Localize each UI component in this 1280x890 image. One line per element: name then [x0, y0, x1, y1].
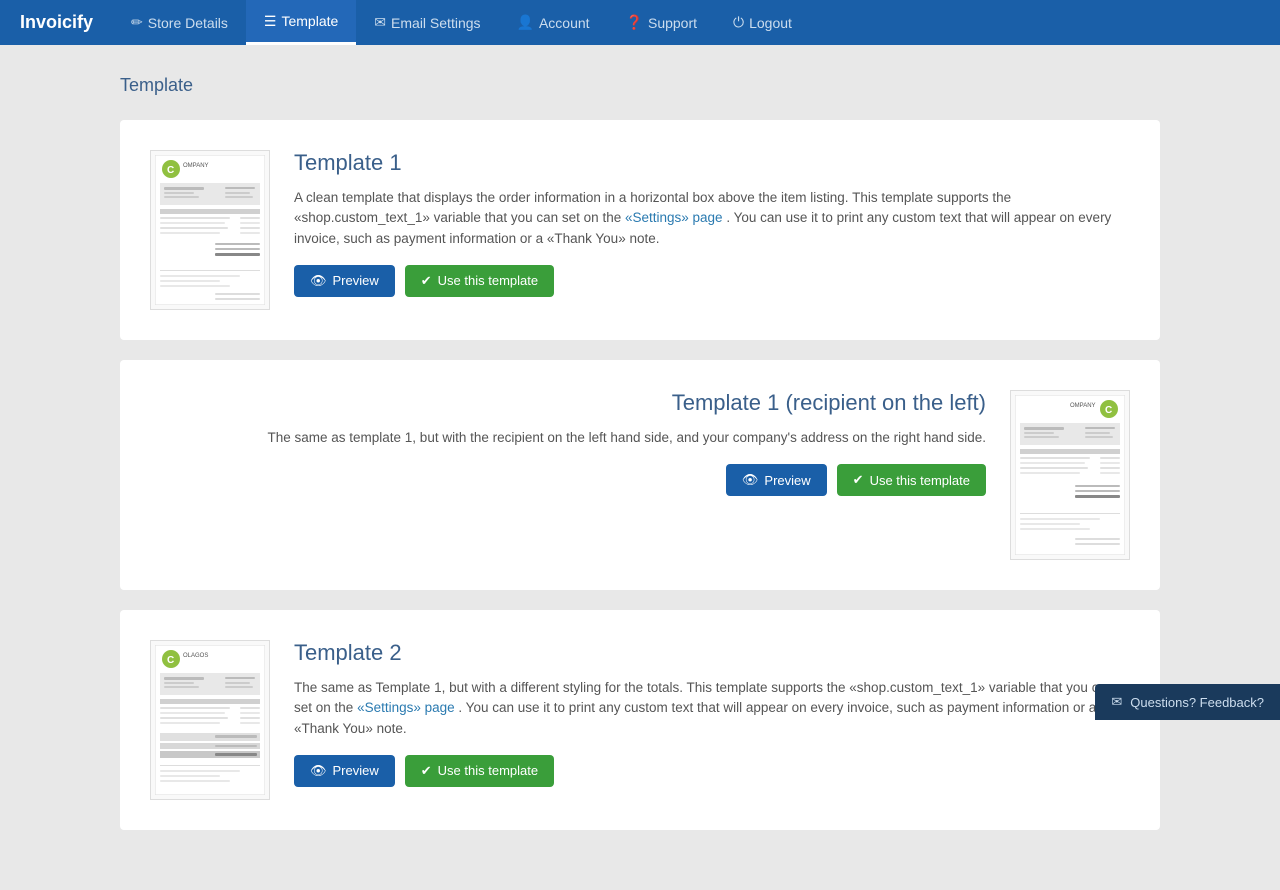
template1-left-card: Template 1 (recipient on the left) The s… [120, 360, 1160, 590]
template1-description: A clean template that displays the order… [294, 188, 1130, 249]
template1-left-preview-button[interactable]: 👁 Preview [726, 464, 827, 496]
template1-left-title: Template 1 (recipient on the left) [150, 390, 986, 416]
template1-left-inner: Template 1 (recipient on the left) The s… [150, 390, 1130, 560]
nav-support[interactable]: ❓ Support [608, 0, 715, 45]
edit-icon: ✏ [131, 14, 143, 31]
template1-left-thumbnail: C OMPANY [1010, 390, 1130, 560]
nav-template[interactable]: ☰ Template [246, 0, 356, 45]
template1-card: C OMPANY [120, 120, 1160, 340]
checkmark-icon3: ✔ [421, 763, 432, 779]
support-icon: ❓ [626, 14, 643, 31]
nav-support-label: Support [648, 15, 697, 31]
top-navigation: Invoicify ✏ Store Details ☰ Template ✉ E… [0, 0, 1280, 45]
template1-preview-button[interactable]: 👁 Preview [294, 265, 395, 297]
nav-store-details[interactable]: ✏ Store Details [113, 0, 246, 45]
nav-logout-label: Logout [749, 15, 792, 31]
template1-left-content: Template 1 (recipient on the left) The s… [150, 390, 986, 496]
preview-eye-icon: 👁 [310, 273, 327, 289]
template2-settings-link[interactable]: «Settings» page [357, 700, 455, 715]
svg-text:C: C [1105, 405, 1112, 416]
nav-account[interactable]: 👤 Account [499, 0, 608, 45]
logout-icon: ⏻ [733, 14, 744, 31]
page-title: Template [120, 75, 1160, 96]
template2-preview-button[interactable]: 👁 Preview [294, 755, 395, 787]
email-icon: ✉ [374, 14, 386, 31]
svg-text:OMPANY: OMPANY [1070, 403, 1096, 409]
feedback-label: Questions? Feedback? [1130, 695, 1264, 710]
template2-description: The same as Template 1, but with a diffe… [294, 678, 1130, 739]
nav-template-label: Template [281, 13, 338, 29]
template2-use-button[interactable]: ✔ Use this template [405, 755, 554, 787]
preview-eye-icon3: 👁 [310, 763, 327, 779]
nav-logout[interactable]: ⏻ Logout [715, 0, 810, 45]
template1-settings-link[interactable]: «Settings» page [625, 210, 723, 225]
feedback-email-icon: ✉ [1111, 694, 1122, 710]
svg-text:OLAGOS: OLAGOS [183, 653, 208, 659]
template1-left-description: The same as template 1, but with the rec… [150, 428, 986, 448]
preview-eye-icon2: 👁 [742, 472, 759, 488]
page-content: Template C OMPANY [120, 45, 1160, 890]
nav-account-label: Account [539, 15, 590, 31]
nav-email-settings[interactable]: ✉ Email Settings [356, 0, 498, 45]
nav-email-settings-label: Email Settings [391, 15, 480, 31]
template2-title: Template 2 [294, 640, 1130, 666]
svg-text:OMPANY: OMPANY [183, 163, 209, 169]
page-heading-area: Template [120, 65, 1160, 120]
template2-content: Template 2 The same as Template 1, but w… [294, 640, 1130, 787]
svg-text:C: C [167, 655, 174, 666]
feedback-button[interactable]: ✉ Questions? Feedback? [1095, 684, 1280, 720]
nav-store-details-label: Store Details [148, 15, 228, 31]
template1-content: Template 1 A clean template that display… [294, 150, 1130, 297]
template1-left-use-button[interactable]: ✔ Use this template [837, 464, 986, 496]
checkmark-icon: ✔ [421, 273, 432, 289]
nav-brand[interactable]: Invoicify [0, 0, 113, 45]
template2-actions: 👁 Preview ✔ Use this template [294, 755, 1130, 787]
user-icon: 👤 [517, 14, 534, 31]
template2-thumbnail: C OLAGOS [150, 640, 270, 800]
template1-left-actions: 👁 Preview ✔ Use this template [150, 464, 986, 496]
svg-text:C: C [167, 165, 174, 176]
template-icon: ☰ [264, 13, 277, 30]
checkmark-icon2: ✔ [853, 472, 864, 488]
template2-card: C OLAGOS [120, 610, 1160, 830]
template1-thumbnail: C OMPANY [150, 150, 270, 310]
template1-title: Template 1 [294, 150, 1130, 176]
template1-actions: 👁 Preview ✔ Use this template [294, 265, 1130, 297]
template1-use-button[interactable]: ✔ Use this template [405, 265, 554, 297]
